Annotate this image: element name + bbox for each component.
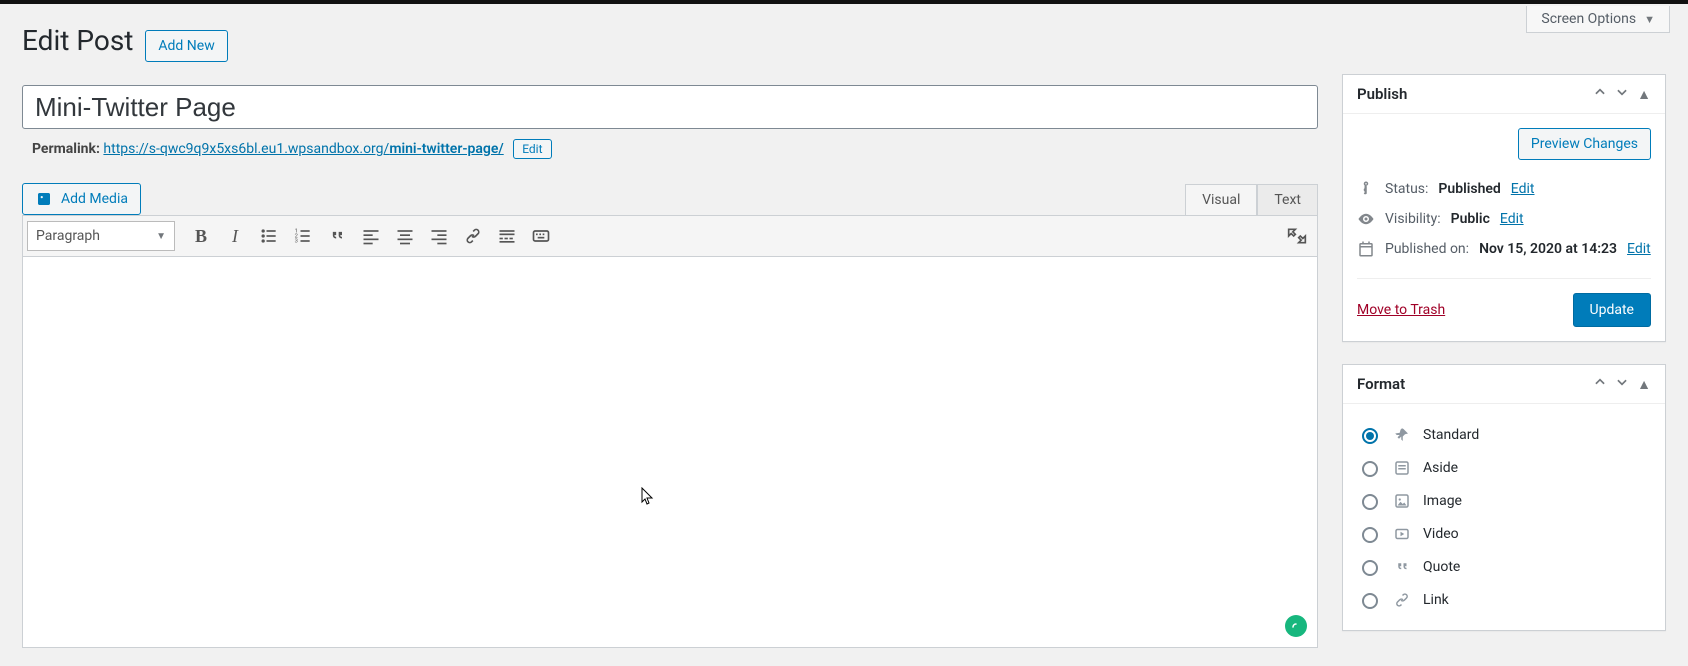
move-up-icon[interactable] [1593,375,1607,393]
format-option-video[interactable]: Video [1357,517,1651,550]
edit-status-link[interactable]: Edit [1511,181,1535,197]
quote-icon [327,226,347,246]
aside-icon [1391,459,1413,477]
toggle-panel-icon[interactable]: ▲ [1637,376,1651,393]
add-media-button[interactable]: Add Media [22,183,141,215]
video-icon [1391,525,1413,543]
content-editor[interactable] [22,257,1318,648]
editor-toolbar: Paragraph ▼ B I 123 [22,215,1318,257]
move-down-icon[interactable] [1615,85,1629,103]
bold-button[interactable]: B [185,220,217,252]
permalink-row: Permalink: https://s-qwc9q9x5xs6bl.eu1.w… [32,141,1318,157]
bullet-list-button[interactable] [253,220,285,252]
calendar-icon [1357,240,1375,258]
format-radio-image[interactable] [1362,494,1378,510]
editor-tab-visual[interactable]: Visual [1185,184,1257,216]
publish-title: Publish [1357,85,1407,103]
pin-icon [1391,426,1413,444]
format-option-aside[interactable]: Aside [1357,451,1651,484]
block-format-select[interactable]: Paragraph ▼ [27,221,175,251]
status-value: Published [1438,181,1500,197]
status-indicator-icon [1285,615,1307,637]
permalink-edit-button[interactable]: Edit [513,139,551,159]
format-title: Format [1357,375,1405,393]
numbered-list-button[interactable]: 123 [287,220,319,252]
link-icon [1391,591,1413,609]
format-radio-link[interactable] [1362,593,1378,609]
toggle-panel-icon[interactable]: ▲ [1637,86,1651,103]
format-radio-video[interactable] [1362,527,1378,543]
editor-tab-text[interactable]: Text [1257,184,1318,215]
align-center-button[interactable] [389,220,421,252]
mouse-cursor-icon [641,487,655,509]
bold-icon: B [195,226,207,247]
read-more-icon [497,226,517,246]
format-radio-quote[interactable] [1362,560,1378,576]
keyboard-icon [531,226,551,246]
visibility-value: Public [1451,211,1490,227]
screen-options-button[interactable]: Screen Options ▼ [1526,6,1670,33]
align-right-button[interactable] [423,220,455,252]
key-icon [1357,180,1375,198]
add-media-label: Add Media [61,191,128,207]
image-icon [1391,492,1413,510]
published-label: Published on: [1385,241,1469,257]
fullscreen-icon [1287,226,1307,246]
format-option-image[interactable]: Image [1357,484,1651,517]
status-label: Status: [1385,181,1428,197]
format-metabox: Format ▲ Standard [1342,364,1666,631]
bullet-list-icon [259,226,279,246]
permalink-label: Permalink: [32,141,100,157]
post-title-input[interactable] [22,85,1318,129]
align-left-button[interactable] [355,220,387,252]
blockquote-button[interactable] [321,220,353,252]
move-up-icon[interactable] [1593,85,1607,103]
italic-icon: I [232,226,238,247]
move-down-icon[interactable] [1615,375,1629,393]
format-option-quote[interactable]: Quote [1357,550,1651,583]
link-button[interactable] [457,220,489,252]
update-button[interactable]: Update [1573,293,1651,327]
chevron-down-icon: ▼ [156,231,166,242]
format-radio-aside[interactable] [1362,461,1378,477]
permalink-link[interactable]: https://s-qwc9q9x5xs6bl.eu1.wpsandbox.or… [103,141,503,157]
italic-button[interactable]: I [219,220,251,252]
visibility-label: Visibility: [1385,211,1441,227]
preview-changes-button[interactable]: Preview Changes [1518,128,1651,160]
svg-text:3: 3 [295,239,298,245]
publish-metabox: Publish ▲ Preview Changes Status: [1342,74,1666,342]
screen-options-label: Screen Options [1541,11,1636,27]
fullscreen-button[interactable] [1281,220,1313,252]
move-to-trash-link[interactable]: Move to Trash [1357,302,1445,318]
format-option-link[interactable]: Link [1357,583,1651,616]
link-icon [463,226,483,246]
page-title: Edit Post [22,24,133,57]
align-center-icon [395,226,415,246]
add-new-button[interactable]: Add New [145,30,227,62]
numbered-list-icon: 123 [293,226,313,246]
align-right-icon [429,226,449,246]
edit-date-link[interactable]: Edit [1627,241,1651,257]
quote-icon [1391,558,1413,576]
published-value: Nov 15, 2020 at 14:23 [1479,241,1617,257]
edit-visibility-link[interactable]: Edit [1500,211,1524,227]
toolbar-toggle-button[interactable] [525,220,557,252]
format-radio-standard[interactable] [1362,428,1378,444]
media-icon [35,190,53,208]
chevron-down-icon: ▼ [1644,13,1655,26]
align-left-icon [361,226,381,246]
read-more-button[interactable] [491,220,523,252]
format-option-standard[interactable]: Standard [1357,418,1651,451]
visibility-icon [1357,210,1375,228]
